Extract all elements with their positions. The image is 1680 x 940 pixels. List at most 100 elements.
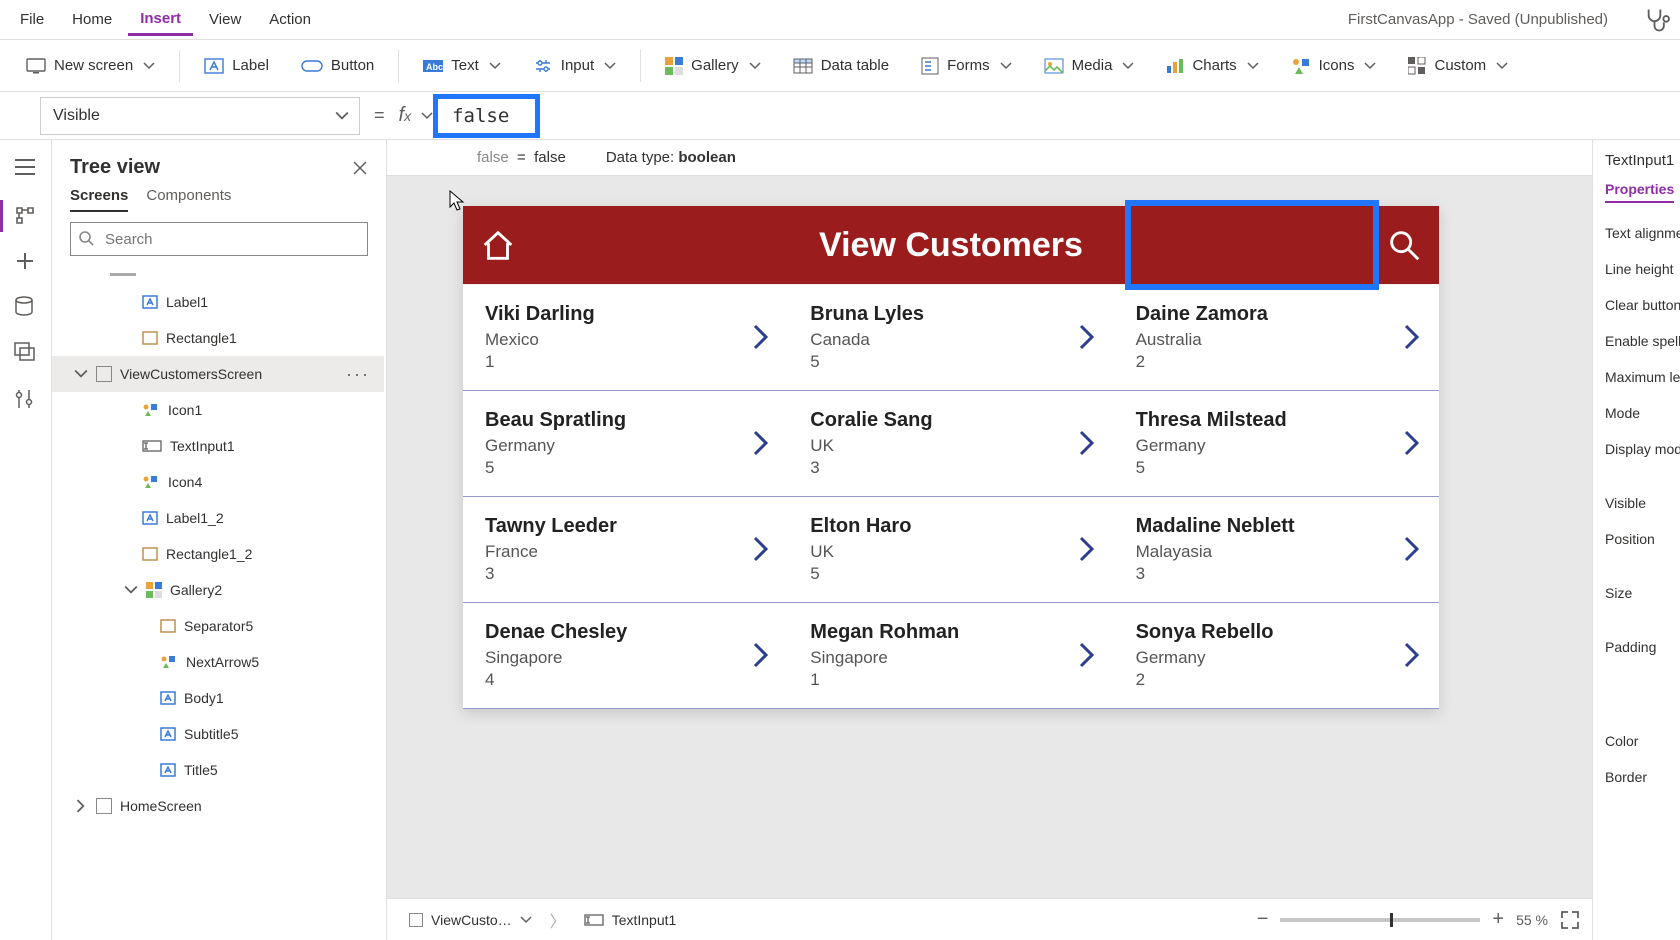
chevron-down-icon xyxy=(1000,60,1012,72)
next-arrow-icon[interactable] xyxy=(752,535,770,563)
next-arrow-icon[interactable] xyxy=(1078,323,1096,351)
next-arrow-icon[interactable] xyxy=(1403,323,1421,351)
next-arrow-icon[interactable] xyxy=(752,641,770,669)
collapse-handle[interactable] xyxy=(110,273,136,276)
customer-cell[interactable]: Coralie SangUK3 xyxy=(788,391,1113,497)
prop-maximum-length[interactable]: Maximum le xyxy=(1605,359,1680,395)
tab-components[interactable]: Components xyxy=(146,187,231,212)
prop-size[interactable]: Size xyxy=(1605,575,1680,611)
customer-cell[interactable]: Bruna LylesCanada5 xyxy=(788,285,1113,391)
prop-mode[interactable]: Mode xyxy=(1605,395,1680,431)
tree-item-body1[interactable]: Body1 xyxy=(52,680,384,716)
customer-cell[interactable]: Elton HaroUK5 xyxy=(788,497,1113,603)
insert-charts-button[interactable]: Charts xyxy=(1154,51,1270,80)
zoom-out-button[interactable]: − xyxy=(1257,908,1269,931)
prop-enable-spell[interactable]: Enable spell xyxy=(1605,323,1680,359)
customer-cell[interactable]: Denae ChesleySingapore4 xyxy=(463,603,788,709)
tree-item-icon1[interactable]: Icon1 xyxy=(52,392,384,428)
tree-item-label1[interactable]: Label1 xyxy=(52,284,384,320)
customer-cell[interactable]: Beau SpratlingGermany5 xyxy=(463,391,788,497)
advanced-tools-icon[interactable] xyxy=(14,388,38,412)
menu-home[interactable]: Home xyxy=(60,5,124,34)
next-arrow-icon[interactable] xyxy=(1403,429,1421,457)
tree-search-input[interactable] xyxy=(70,222,368,256)
prop-position[interactable]: Position xyxy=(1605,521,1680,557)
selected-control-outline[interactable] xyxy=(1125,200,1379,290)
customer-cell[interactable]: Sonya RebelloGermany2 xyxy=(1114,603,1439,709)
fit-to-window-icon[interactable] xyxy=(1560,910,1580,930)
prop-color[interactable]: Color xyxy=(1605,723,1680,759)
tree-item-icon4[interactable]: Icon4 xyxy=(52,464,384,500)
home-icon[interactable] xyxy=(479,226,517,264)
customer-cell[interactable]: Viki DarlingMexico1 xyxy=(463,285,788,391)
tree-item-rectangle1_2[interactable]: Rectangle1_2 xyxy=(52,536,384,572)
insert-datatable-button[interactable]: Data table xyxy=(781,51,901,80)
insert-button-button[interactable]: Button xyxy=(289,51,386,80)
next-arrow-icon[interactable] xyxy=(1078,641,1096,669)
zoom-slider[interactable] xyxy=(1280,918,1480,922)
more-icon[interactable]: ··· xyxy=(346,364,370,385)
insert-media-button[interactable]: Media xyxy=(1032,51,1147,80)
next-arrow-icon[interactable] xyxy=(1078,429,1096,457)
insert-label-button[interactable]: Label xyxy=(192,51,281,80)
insert-gallery-button[interactable]: Gallery xyxy=(653,51,773,81)
screen-checkbox[interactable] xyxy=(96,366,112,382)
tree-item-rectangle1[interactable]: Rectangle1 xyxy=(52,320,384,356)
fx-icon[interactable]: fx xyxy=(399,104,414,127)
tree-item-label1_2[interactable]: Label1_2 xyxy=(52,500,384,536)
prop-visible[interactable]: Visible xyxy=(1605,485,1680,521)
insert-icon[interactable] xyxy=(14,250,38,274)
prop-border[interactable]: Border xyxy=(1605,759,1680,795)
insert-forms-button[interactable]: Forms xyxy=(909,51,1024,81)
menu-view[interactable]: View xyxy=(197,5,253,34)
new-screen-button[interactable]: New screen xyxy=(14,51,167,80)
menu-file[interactable]: File xyxy=(8,5,56,34)
screen-checkbox[interactable] xyxy=(96,798,112,814)
prop-clear-button[interactable]: Clear button xyxy=(1605,287,1680,323)
app-checker-icon[interactable] xyxy=(1644,6,1672,34)
customer-cell[interactable]: Tawny LeederFrance3 xyxy=(463,497,788,603)
chevron-down-icon[interactable] xyxy=(421,110,433,122)
tree-item-viewcustomersscreen[interactable]: ViewCustomersScreen ··· xyxy=(52,356,384,392)
data-icon[interactable] xyxy=(14,296,38,320)
insert-text-button[interactable]: Abc Text xyxy=(411,51,513,80)
prop-line-height[interactable]: Line height xyxy=(1605,251,1680,287)
tree-item-title5[interactable]: Title5 xyxy=(52,752,384,788)
canvas[interactable]: View Customers Viki DarlingMexico1Bruna … xyxy=(387,176,1592,898)
breadcrumb-control[interactable]: TextInput1 xyxy=(574,908,687,932)
tree-item-separator5[interactable]: Separator5 xyxy=(52,608,384,644)
next-arrow-icon[interactable] xyxy=(752,323,770,351)
customer-cell[interactable]: Thresa MilsteadGermany5 xyxy=(1114,391,1439,497)
media-rail-icon[interactable] xyxy=(14,342,38,366)
breadcrumb-screen[interactable]: ViewCusto… xyxy=(399,908,542,932)
property-dropdown[interactable]: Visible xyxy=(40,97,360,135)
search-icon[interactable] xyxy=(1385,226,1423,264)
prop-display-mode[interactable]: Display mod xyxy=(1605,431,1680,467)
tree-item-subtitle5[interactable]: Subtitle5 xyxy=(52,716,384,752)
tree-item-homescreen[interactable]: HomeScreen xyxy=(52,788,384,824)
menu-action[interactable]: Action xyxy=(257,5,323,34)
tree-view-icon[interactable] xyxy=(14,204,38,228)
next-arrow-icon[interactable] xyxy=(1078,535,1096,563)
insert-custom-button[interactable]: Custom xyxy=(1396,51,1520,81)
prop-text-alignment[interactable]: Text alignme xyxy=(1605,215,1680,251)
properties-tab[interactable]: Properties xyxy=(1605,181,1674,203)
next-arrow-icon[interactable] xyxy=(1403,535,1421,563)
formula-input[interactable]: false xyxy=(433,94,540,138)
close-panel-icon[interactable] xyxy=(352,160,368,176)
next-arrow-icon[interactable] xyxy=(1403,641,1421,669)
tab-screens[interactable]: Screens xyxy=(70,187,128,212)
tree-item-gallery2[interactable]: Gallery2 xyxy=(52,572,384,608)
tree-item-nextarrow5[interactable]: NextArrow5 xyxy=(52,644,384,680)
prop-padding[interactable]: Padding xyxy=(1605,629,1680,665)
zoom-in-button[interactable]: + xyxy=(1492,908,1504,931)
customer-cell[interactable]: Daine ZamoraAustralia2 xyxy=(1114,285,1439,391)
next-arrow-icon[interactable] xyxy=(752,429,770,457)
customer-cell[interactable]: Madaline NeblettMalayasia3 xyxy=(1114,497,1439,603)
insert-icons-button[interactable]: Icons xyxy=(1279,51,1389,81)
menu-insert[interactable]: Insert xyxy=(128,4,193,36)
hamburger-icon[interactable] xyxy=(14,158,38,182)
customer-cell[interactable]: Megan RohmanSingapore1 xyxy=(788,603,1113,709)
tree-item-textinput1[interactable]: TextInput1 xyxy=(52,428,384,464)
insert-input-button[interactable]: Input xyxy=(521,51,628,81)
